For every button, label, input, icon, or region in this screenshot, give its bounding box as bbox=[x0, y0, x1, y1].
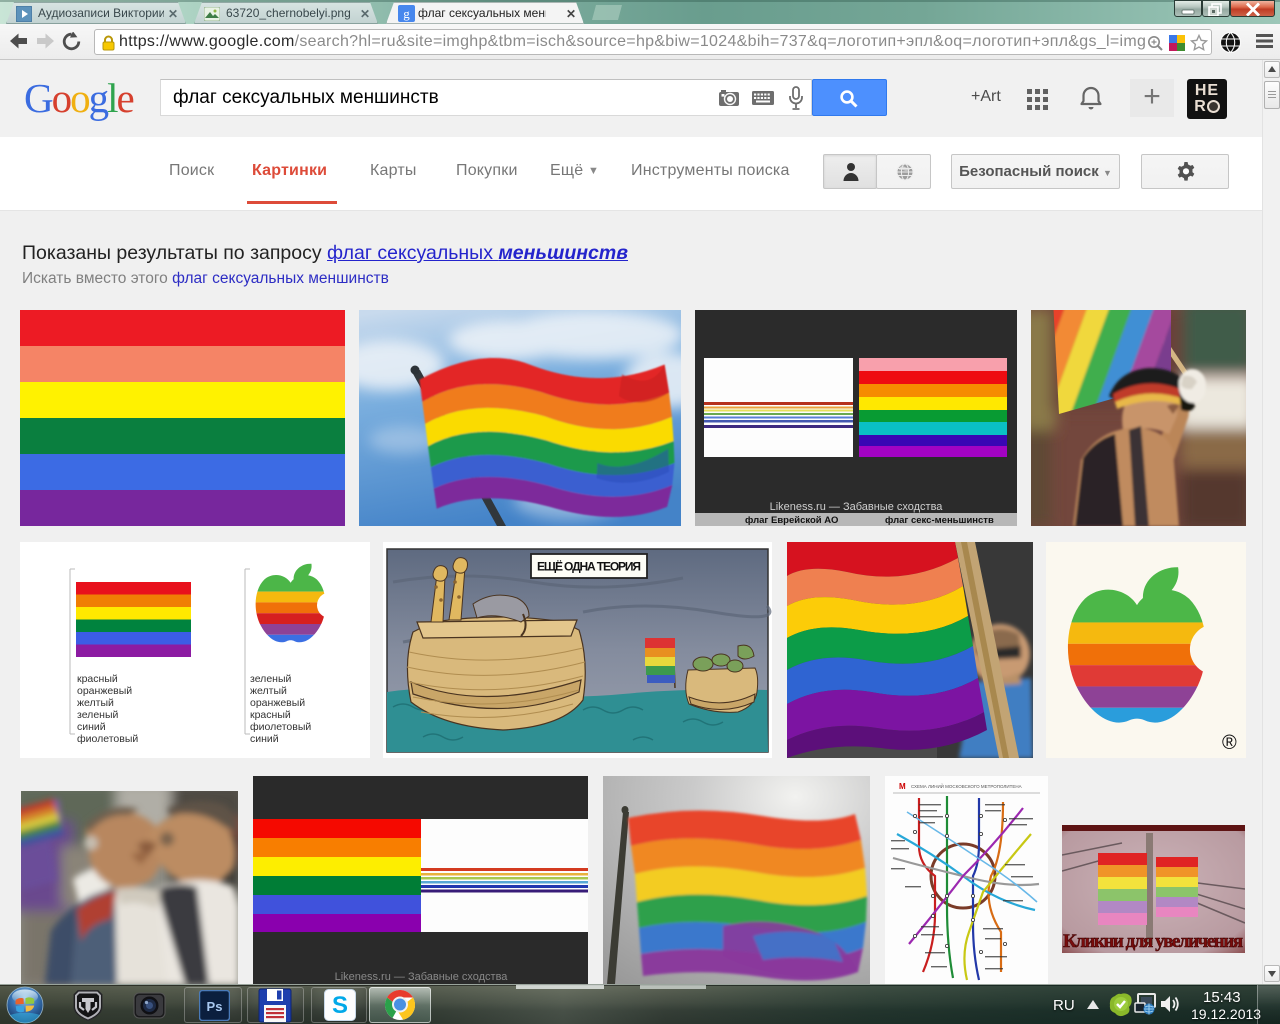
svg-text:Likeness.ru — Забавные сходств: Likeness.ru — Забавные сходства bbox=[335, 971, 509, 983]
svg-text:Likeness.ru — Забавные сходств: Likeness.ru — Забавные сходства bbox=[770, 501, 944, 513]
svg-text:®: ® bbox=[1222, 732, 1237, 754]
svg-text:S: S bbox=[332, 992, 348, 1019]
svg-text:СХЕМА ЛИНИЙ МОСКОВСКОГО МЕТРОП: СХЕМА ЛИНИЙ МОСКОВСКОГО МЕТРОПОЛИТЕНА bbox=[911, 782, 1022, 789]
svg-text:флаг секс-меньшинств: флаг секс-меньшинств bbox=[885, 515, 994, 526]
svg-text:Кликни для увеличения: Кликни для увеличения bbox=[1063, 931, 1243, 952]
svg-text:флаг Еврейской АО: флаг Еврейской АО bbox=[745, 515, 838, 526]
svg-text:Ps: Ps bbox=[207, 999, 223, 1014]
svg-text:ЕЩЁ ОДНА ТЕОРИЯ: ЕЩЁ ОДНА ТЕОРИЯ bbox=[537, 559, 641, 574]
svg-text:g: g bbox=[403, 6, 410, 21]
svg-text:М: М bbox=[899, 782, 906, 791]
